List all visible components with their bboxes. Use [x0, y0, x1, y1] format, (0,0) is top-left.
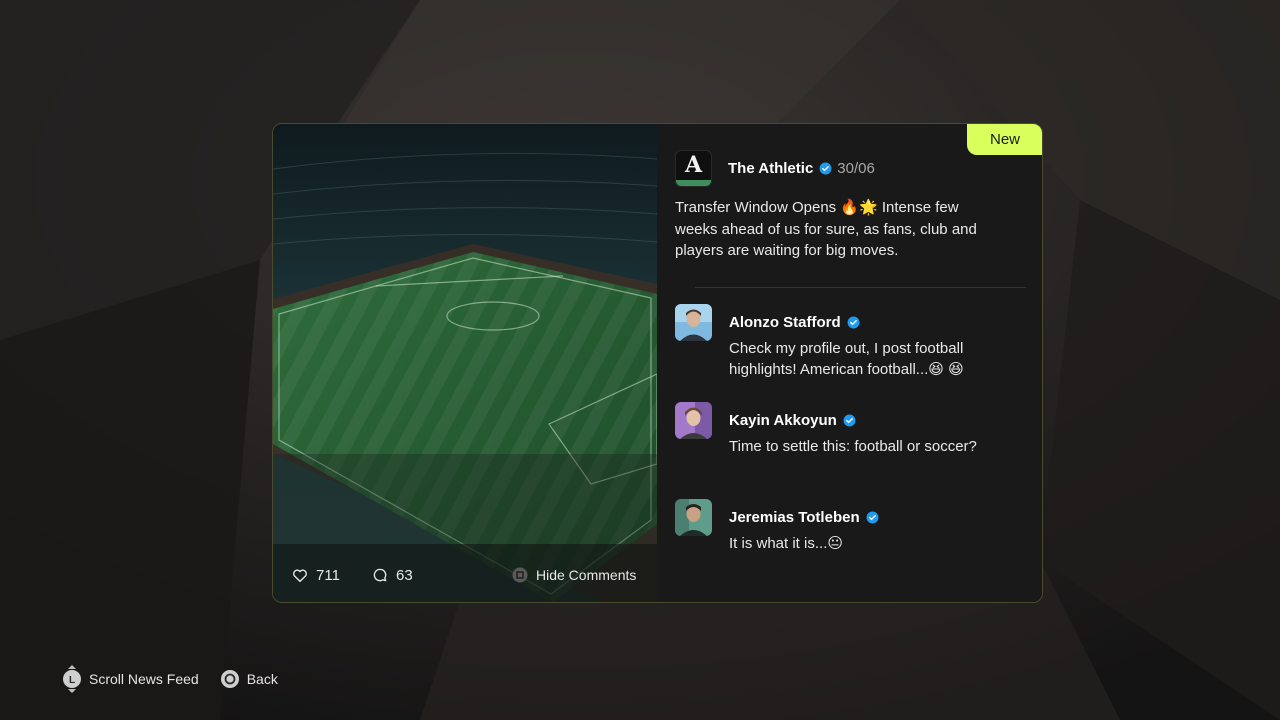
like-count: 711 — [316, 566, 340, 584]
post-stats: 711 63 Hide Comments — [289, 566, 641, 586]
comment-text: Time to settle this: football or soccer? — [729, 438, 977, 455]
left-stick-letter: L — [69, 675, 75, 686]
new-badge: New — [967, 124, 1042, 155]
comment-author: Jeremias Totleben — [729, 509, 879, 526]
avatar — [675, 499, 712, 536]
post-header: A The Athletic 30/06 — [675, 150, 875, 187]
comment-author: Alonzo Stafford — [729, 314, 860, 331]
circle-button-icon — [220, 670, 239, 688]
post-date: 30/06 — [837, 160, 875, 177]
divider — [695, 287, 1026, 288]
hide-comments-label: Hide Comments — [536, 567, 637, 583]
verified-icon — [866, 511, 879, 524]
avatar — [675, 402, 712, 439]
left-stick-icon: L — [63, 665, 81, 693]
like-button[interactable]: 711 — [291, 566, 340, 584]
comment-icon — [371, 566, 389, 584]
scroll-news-feed-label: Scroll News Feed — [89, 671, 199, 687]
comment-author-name: Jeremias Totleben — [729, 509, 860, 526]
controller-hints: L Scroll News Feed Back — [62, 664, 299, 694]
post-details-panel: New A The Athletic 30/06 Transfer Window… — [657, 124, 1042, 602]
verified-icon — [843, 414, 856, 427]
the-athletic-logo: A — [675, 150, 712, 187]
news-post-card[interactable]: 711 63 Hide Comments New A The Athletic … — [272, 123, 1043, 603]
post-text: Transfer Window Opens 🔥🌟 Intense few wee… — [675, 199, 977, 259]
logo-accent-bar — [676, 180, 711, 186]
comment-button[interactable]: 63 — [371, 566, 413, 584]
comment-author-name: Kayin Akkoyun — [729, 412, 837, 429]
comment-text: Check my profile out, I post football hi… — [729, 340, 964, 378]
back-label: Back — [246, 671, 278, 687]
comment-author: Kayin Akkoyun — [729, 412, 856, 429]
logo-letter: A — [684, 152, 703, 178]
comment-text: It is what it is...😐 — [729, 535, 843, 552]
post-author: The Athletic — [728, 160, 814, 177]
scroll-news-feed-hint[interactable]: L Scroll News Feed — [62, 664, 199, 694]
stadium-photo: 711 63 Hide Comments — [273, 124, 657, 602]
hide-comments-button[interactable]: Hide Comments — [511, 566, 636, 584]
avatar — [675, 304, 712, 341]
square-button-icon — [511, 566, 529, 584]
comment-author-name: Alonzo Stafford — [729, 314, 841, 331]
comment-count: 63 — [396, 566, 413, 584]
verified-icon — [847, 316, 860, 329]
verified-icon — [819, 162, 832, 175]
stadium-illustration — [273, 124, 657, 602]
back-hint[interactable]: Back — [220, 669, 278, 689]
heart-icon — [291, 566, 309, 584]
